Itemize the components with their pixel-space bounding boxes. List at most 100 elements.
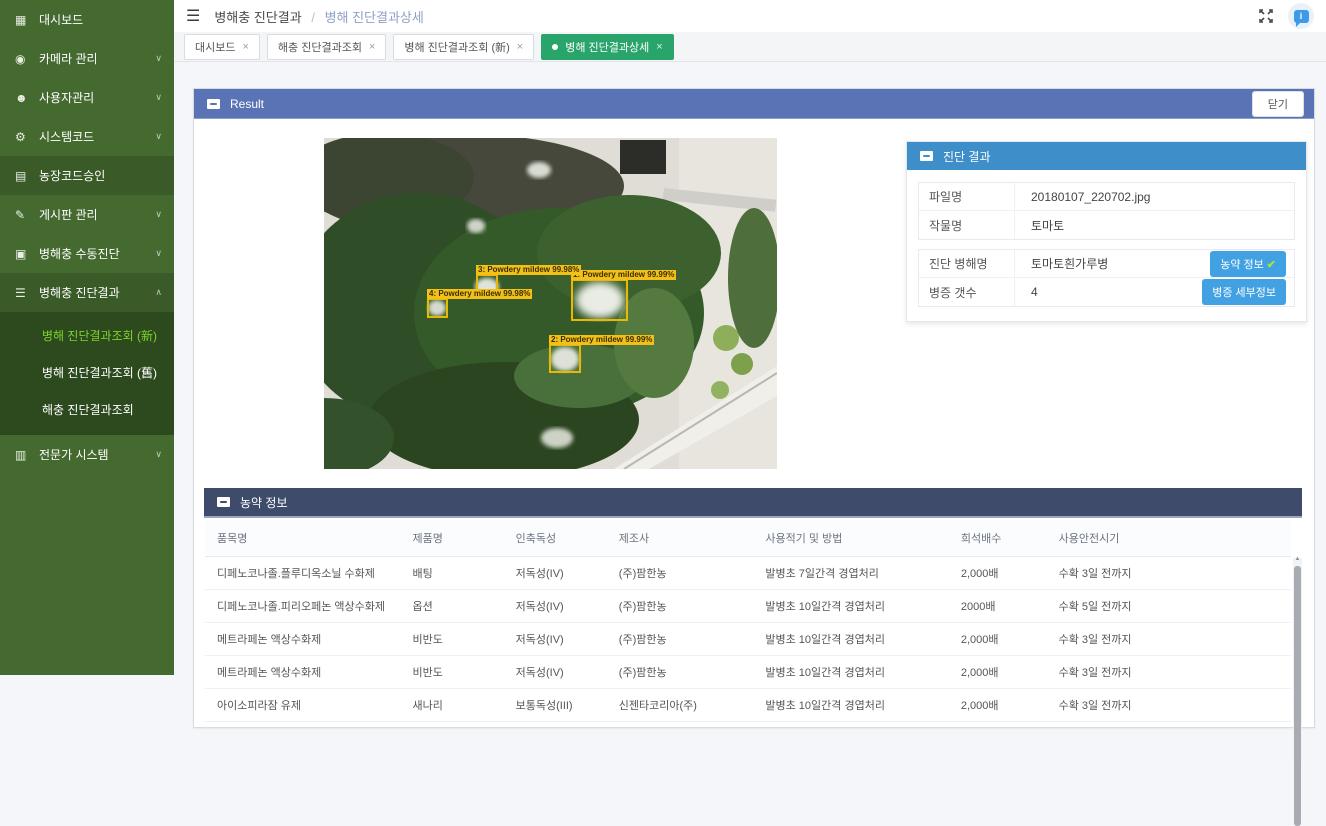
menu-toggle-icon[interactable]: ☰ [186,6,200,26]
pesticide-section-title: 농약 정보 [240,494,288,511]
table-row[interactable]: 아이소피라잠 유제새나리보통독성(III)신젠타코리아(주)발병초 10일간격 … [205,689,1291,722]
table-cell: 발병초 10일간격 경엽처리 [753,689,948,722]
info-button[interactable]: i [1288,3,1314,29]
table-cell: 2,000배 [949,689,1047,722]
table-scrollbar[interactable]: ▲ [1293,558,1302,762]
sidebar-item-전문가 시스템[interactable]: ▥전문가 시스템∨ [0,435,174,474]
sidebar-menu: ▦대시보드◉카메라 관리∨☻사용자관리∨⚙시스템코드∨▤농장코드승인✎게시판 관… [0,0,174,474]
close-button[interactable]: 닫기 [1252,91,1304,117]
table-row[interactable]: 디페노코나졸.피리오페논 액상수화제옵션저독성(IV)(주)팜한농발병초 10일… [205,590,1291,623]
table-cell: (주)팜한농 [607,623,754,656]
tomato-leaf-photo [324,138,777,469]
tab-close-icon[interactable]: × [242,41,248,53]
diagnosis-row-value: 4 [1015,285,1202,299]
detection-box: 4: Powdery mildew 99.98% [427,298,448,318]
column-header: 품목명 [205,520,400,557]
table-cell: 발병초 10일간격 경엽처리 [753,590,948,623]
tab-대시보드[interactable]: 대시보드 × [184,34,260,60]
dashboard-icon: ▦ [15,13,39,27]
table-cell: 발병초 7일간격 경엽처리 [753,557,948,590]
tab-close-icon[interactable]: × [656,41,662,53]
tab-병해 진단결과상세[interactable]: 병해 진단결과상세 × [541,34,673,60]
camera-icon: ◉ [15,52,39,66]
table-cell: 아이소피라잠 유제 [205,689,400,722]
sidebar-item-label: 대시보드 [39,11,162,28]
tab-close-icon[interactable]: × [517,41,523,53]
table-cell: 배팅 [400,557,503,590]
pesticide-table: 품목명제품명인축독성제조사사용적기 및 방법희석배수사용안전시기 디페노코나졸.… [205,520,1291,722]
table-cell: 2000배 [949,590,1047,623]
sidebar-item-농장코드승인[interactable]: ▤농장코드승인 [0,156,174,195]
breadcrumb-page: 병해 진단결과상세 [325,10,424,25]
table-cell: 신젠타코리아(주) [607,689,754,722]
farm-code-icon: ▤ [15,169,39,183]
info-icon: i [1294,10,1309,23]
tab-bar: 대시보드 × 해충 진단결과조회 × 병해 진단결과조회 (新) × 병해 진단결과상세 × [174,32,1326,62]
table-cell: 새나리 [400,689,503,722]
table-cell: 수확 3일 전까지 [1047,623,1291,656]
fullscreen-icon[interactable] [1258,8,1274,24]
sidebar-item-게시판 관리[interactable]: ✎게시판 관리∨ [0,195,174,234]
tab-label: 해충 진단결과조회 [278,39,362,55]
table-cell: 저독성(IV) [504,557,607,590]
tab-병해 진단결과조회 (新)[interactable]: 병해 진단결과조회 (新) × [393,34,534,60]
table-row[interactable]: 메트라페논 액상수화제비반도저독성(IV)(주)팜한농발병초 10일간격 경엽처… [205,623,1291,656]
scrollbar-thumb[interactable] [1294,566,1301,826]
column-header: 희석배수 [949,520,1047,557]
pesticide-info-button[interactable]: 농약 정보✔ [1210,251,1286,277]
symptom-detail-button[interactable]: 병증 세부정보 [1202,279,1286,305]
table-cell: 옵션 [400,590,503,623]
sidebar-item-대시보드[interactable]: ▦대시보드 [0,0,174,39]
diagnosis-result-icon: ☰ [15,286,39,300]
table-cell: 발병초 10일간격 경엽처리 [753,623,948,656]
sidebar-item-label: 게시판 관리 [39,206,155,223]
tab-해충 진단결과조회[interactable]: 해충 진단결과조회 × [267,34,386,60]
tab-label: 병해 진단결과상세 [565,39,649,55]
table-cell: 비반도 [400,623,503,656]
active-dot-icon [552,44,558,50]
table-cell: 발병초 10일간격 경엽처리 [753,656,948,689]
chevron-down-icon: ∨ [155,209,162,220]
breadcrumb-separator: / [311,10,315,25]
chevron-up-icon: ∧ [155,287,162,298]
table-row[interactable]: 메트라페논 액상수화제비반도저독성(IV)(주)팜한농발병초 10일간격 경엽처… [205,656,1291,689]
sidebar-subitem-병해 진단결과조회 (新)[interactable]: 병해 진단결과조회 (新) [0,318,174,355]
table-cell: 저독성(IV) [504,590,607,623]
result-panel-header: Result 닫기 [194,89,1314,119]
archive-box-icon [920,151,933,161]
column-header: 사용안전시기 [1047,520,1291,557]
scroll-up-icon[interactable]: ▲ [1293,556,1302,562]
sidebar-subitem-해충 진단결과조회[interactable]: 해충 진단결과조회 [0,392,174,429]
archive-box-icon [217,497,230,507]
table-cell: 메트라페논 액상수화제 [205,623,400,656]
tab-close-icon[interactable]: × [369,41,375,53]
sidebar-item-카메라 관리[interactable]: ◉카메라 관리∨ [0,39,174,78]
archive-box-icon [207,99,220,109]
sidebar-subitem-병해 진단결과조회 (舊)[interactable]: 병해 진단결과조회 (舊) [0,355,174,392]
manual-diagnosis-icon: ▣ [15,247,39,261]
diagnosis-card-header: 진단 결과 [907,142,1306,170]
column-header: 제조사 [607,520,754,557]
table-cell: 수확 3일 전까지 [1047,689,1291,722]
sidebar-item-label: 전문가 시스템 [39,446,155,463]
sidebar-item-사용자관리[interactable]: ☻사용자관리∨ [0,78,174,117]
diagnosis-row-label: 파일명 [919,183,1015,210]
sidebar-item-시스템코드[interactable]: ⚙시스템코드∨ [0,117,174,156]
sidebar-item-병해충 수동진단[interactable]: ▣병해충 수동진단∨ [0,234,174,273]
detection-label: 2: Powdery mildew 99.99% [549,335,654,345]
table-row[interactable]: 디페노코나졸.플루디옥소닐 수화제배팅저독성(IV)(주)팜한농발병초 7일간격… [205,557,1291,590]
chevron-down-icon: ∨ [155,92,162,103]
top-header: ☰ 병해충 진단결과 / 병해 진단결과상세 i [174,0,1326,32]
expert-system-icon: ▥ [15,448,39,462]
tab-label: 병해 진단결과조회 (新) [404,39,509,55]
diagnosis-row-value: 토마토 [1015,217,1294,234]
sidebar-item-병해충 진단결과[interactable]: ☰병해충 진단결과∧ [0,273,174,312]
pesticide-header-row: 품목명제품명인축독성제조사사용적기 및 방법희석배수사용안전시기 [205,520,1291,557]
tab-label: 대시보드 [195,39,235,55]
chevron-down-icon: ∨ [155,131,162,142]
sidebar-item-label: 사용자관리 [39,89,155,106]
table-cell: 저독성(IV) [504,623,607,656]
table-cell: 수확 5일 전까지 [1047,590,1291,623]
sidebar-item-label: 병해충 진단결과 [39,284,155,301]
chevron-down-icon: ∨ [155,248,162,259]
